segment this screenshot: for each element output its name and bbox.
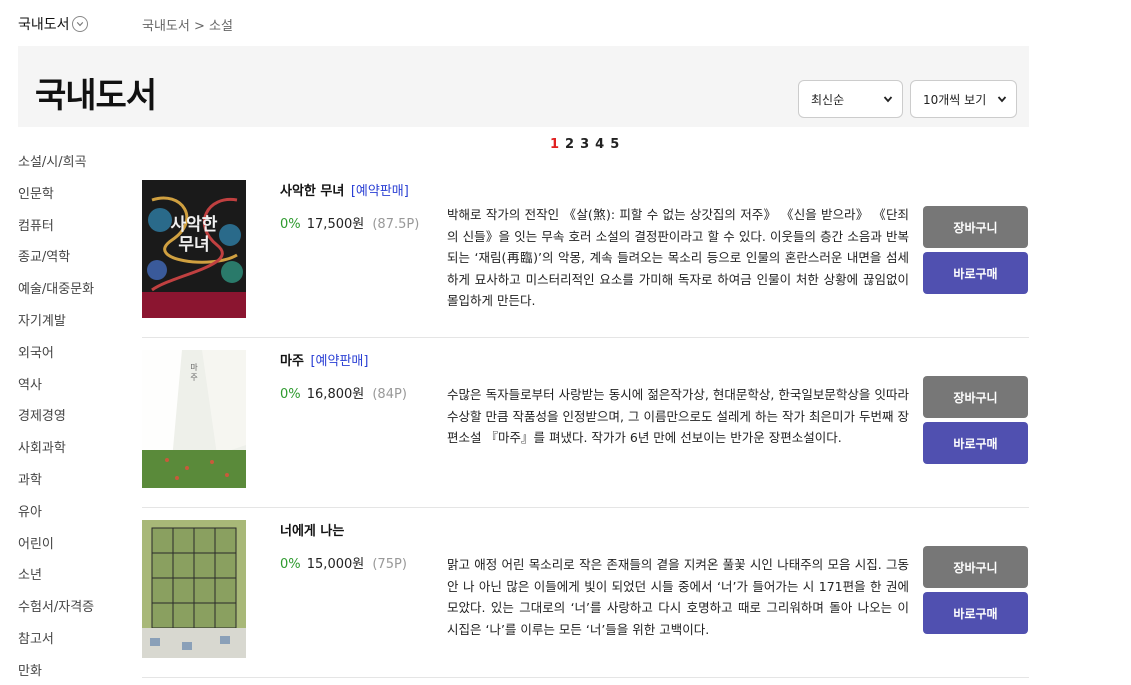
book-cover-image[interactable]: 마 주 xyxy=(142,350,246,488)
book-description: 박해로 작가의 전작인 《살(煞): 피할 수 없는 상갓집의 저주》 《신을 … xyxy=(447,207,909,308)
sidebar-item-arts[interactable]: 예술/대중문화 xyxy=(18,274,94,306)
page-link-3[interactable]: 3 xyxy=(580,137,589,152)
price-line: 0% 15,000원 (75P) xyxy=(280,553,407,572)
category-sidebar: 소설/시/희곡 인문학 컴퓨터 종교/역학 예술/대중문화 자기계발 외국어 역… xyxy=(18,147,94,685)
book-description: 맑고 애정 어린 목소리로 작은 존재들의 곁을 지켜온 풀꽃 시인 나태주의 … xyxy=(447,557,909,637)
buy-now-button[interactable]: 바로구매 xyxy=(923,252,1028,294)
page-link-1[interactable]: 1 xyxy=(550,137,559,152)
top-category-label: 국내도서 xyxy=(18,17,70,33)
page-size-select-value: 10개씩 보기 xyxy=(923,92,987,107)
discount-rate: 0% xyxy=(280,217,301,232)
book-title: 너에게 나는 xyxy=(280,524,345,539)
book-list-item: 마 주 마주 [예약판매] 0% 16,800원 (84P) 수많은 독자들로부… xyxy=(142,338,1029,508)
sidebar-item-computer[interactable]: 컴퓨터 xyxy=(18,211,94,243)
price-line: 0% 17,500원 (87.5P) xyxy=(280,213,419,232)
add-to-cart-button[interactable]: 장바구니 xyxy=(923,376,1028,418)
buy-now-button[interactable]: 바로구매 xyxy=(923,422,1028,464)
book-title-link[interactable]: 사악한 무녀 [예약판매] xyxy=(280,180,409,199)
page-link-5[interactable]: 5 xyxy=(610,137,619,152)
svg-text:주: 주 xyxy=(190,373,197,382)
top-category-selector[interactable]: 국내도서 xyxy=(18,14,88,34)
sort-select[interactable]: 최신순 xyxy=(798,80,903,118)
page-size-select[interactable]: 10개씩 보기 xyxy=(910,80,1017,118)
sidebar-item-humanities[interactable]: 인문학 xyxy=(18,179,94,211)
chevron-down-icon[interactable] xyxy=(71,16,88,32)
presale-badge: [예약판매] xyxy=(350,184,409,199)
add-to-cart-button[interactable]: 장바구니 xyxy=(923,206,1028,248)
presale-badge: [예약판매] xyxy=(310,354,369,369)
price-line: 0% 16,800원 (84P) xyxy=(280,383,407,402)
sidebar-item-children[interactable]: 어린이 xyxy=(18,529,94,561)
price: 15,000원 xyxy=(306,557,365,572)
book-title: 마주 xyxy=(280,354,304,369)
svg-text:무녀: 무녀 xyxy=(178,235,209,255)
book-list-item: 사악한 무녀 사악한 무녀 [예약판매] 0% 17,500원 (87.5P) … xyxy=(142,168,1029,338)
discount-rate: 0% xyxy=(280,557,301,572)
sidebar-item-infant[interactable]: 유아 xyxy=(18,497,94,529)
add-to-cart-button[interactable]: 장바구니 xyxy=(923,546,1028,588)
price: 16,800원 xyxy=(306,387,365,402)
book-list-item: 너에게 나는 0% 15,000원 (75P) 맑고 애정 어린 목소리로 작은… xyxy=(142,508,1029,678)
book-cover-image[interactable] xyxy=(142,520,246,658)
page-link-2[interactable]: 2 xyxy=(565,137,574,152)
book-description: 수많은 독자들로부터 사랑받는 동시에 젊은작가상, 현대문학상, 한국일보문학… xyxy=(447,387,909,445)
sidebar-item-exam[interactable]: 수험서/자격증 xyxy=(18,592,94,624)
reward-points: (87.5P) xyxy=(372,217,420,232)
sidebar-item-religion[interactable]: 종교/역학 xyxy=(18,242,94,274)
sort-select-value: 최신순 xyxy=(811,92,845,107)
sidebar-item-history[interactable]: 역사 xyxy=(18,370,94,402)
reward-points: (75P) xyxy=(372,557,407,572)
svg-text:마: 마 xyxy=(190,363,198,372)
chevron-down-icon xyxy=(997,96,1007,103)
sidebar-item-social-science[interactable]: 사회과학 xyxy=(18,433,94,465)
sidebar-item-novel[interactable]: 소설/시/희곡 xyxy=(18,147,94,179)
book-title-link[interactable]: 너에게 나는 xyxy=(280,520,346,539)
sidebar-item-business[interactable]: 경제경영 xyxy=(18,401,94,433)
sidebar-item-comics[interactable]: 만화 xyxy=(18,656,94,685)
reward-points: (84P) xyxy=(372,387,407,402)
price: 17,500원 xyxy=(306,217,365,232)
sidebar-item-youth[interactable]: 소년 xyxy=(18,560,94,592)
pagination: 1 2 3 4 5 xyxy=(550,137,619,152)
book-cover-image[interactable]: 사악한 무녀 xyxy=(142,180,246,318)
book-title: 사악한 무녀 xyxy=(280,184,345,199)
discount-rate: 0% xyxy=(280,387,301,402)
chevron-down-icon xyxy=(883,96,893,103)
page-header: 국내도서 최신순 10개씩 보기 xyxy=(18,46,1029,127)
book-title-link[interactable]: 마주 [예약판매] xyxy=(280,350,368,369)
breadcrumb: 국내도서 > 소설 xyxy=(142,19,233,34)
sidebar-item-foreign-language[interactable]: 외국어 xyxy=(18,338,94,370)
svg-text:사악한: 사악한 xyxy=(171,215,218,235)
sidebar-item-reference[interactable]: 참고서 xyxy=(18,624,94,656)
page-link-4[interactable]: 4 xyxy=(595,137,604,152)
sidebar-item-self-help[interactable]: 자기계발 xyxy=(18,306,94,338)
page-title: 국내도서 xyxy=(35,76,157,116)
buy-now-button[interactable]: 바로구매 xyxy=(923,592,1028,634)
sidebar-item-science[interactable]: 과학 xyxy=(18,465,94,497)
